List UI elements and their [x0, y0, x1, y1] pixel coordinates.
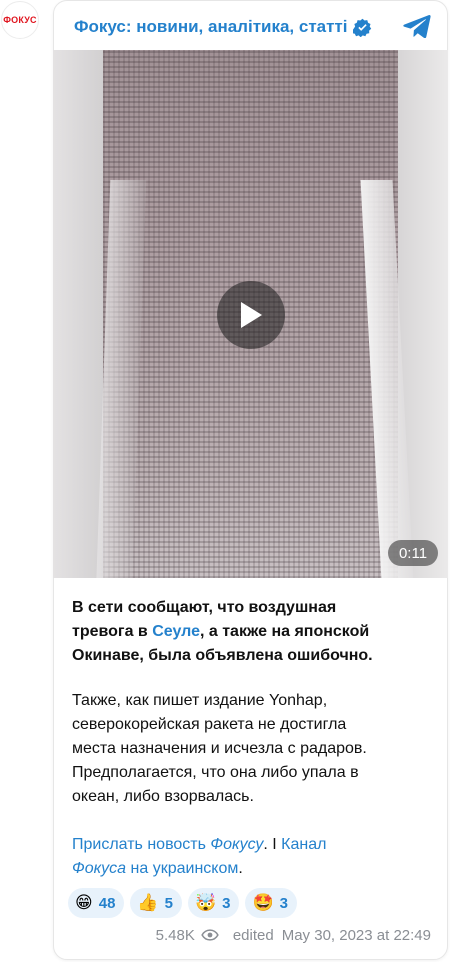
reaction-count: 5: [164, 894, 173, 912]
text-line: северокорейская ракета не достигла: [72, 716, 347, 733]
edited-label: edited: [232, 926, 274, 944]
separator-text: . I: [263, 836, 282, 853]
message-meta: 5.48K edited May 30, 2023 at 22:49: [143, 925, 431, 945]
reaction-exploding-head[interactable]: 🤯 3: [187, 888, 240, 918]
telegram-logo-icon[interactable]: [403, 14, 431, 38]
text-line: Фокуса на украинском.: [72, 857, 432, 881]
channel-link-cont[interactable]: Фокуса на украинском: [72, 860, 238, 877]
text-line: В сети сообщают, что воздушная: [72, 599, 337, 616]
channel-header: Фокус: новини, аналітика, статті: [74, 12, 434, 42]
text-line: Окинаве, была объявлена ошибочно.: [72, 647, 373, 664]
reaction-star-struck[interactable]: 🤩 3: [245, 888, 297, 918]
reaction-count: 3: [279, 894, 288, 912]
text-span: .: [238, 860, 243, 877]
text-span: тревога в: [72, 623, 153, 640]
channel-avatar[interactable]: ФОКУС: [1, 1, 39, 39]
avatar-logo-text: ФОКУС: [3, 15, 37, 25]
reaction-thumbs-up[interactable]: 👍 5: [130, 888, 182, 918]
text-line: Также, как пишет издание Yonhap,: [72, 692, 328, 709]
text-line: тревога в Сеуле, а также на японской: [72, 620, 432, 644]
text-span: Прислать новость: [72, 836, 211, 853]
view-count: 5.48K: [155, 926, 195, 944]
message-links: Прислать новость Фокусу. I Канал Фокуса …: [72, 833, 432, 881]
star-struck-icon: 🤩: [252, 892, 274, 913]
reaction-count: 48: [98, 894, 116, 912]
message-timestamp[interactable]: May 30, 2023 at 22:49: [282, 927, 431, 944]
message-paragraph-1: В сети сообщают, что воздушная тревога в…: [72, 596, 432, 668]
exploding-head-icon: 🤯: [194, 892, 217, 913]
text-line: места назначения и исчезла с радаров.: [72, 740, 367, 757]
channel-link[interactable]: Канал: [281, 836, 326, 853]
text-span: Фокусу: [210, 836, 264, 853]
channel-title[interactable]: Фокус: новини, аналітика, статті: [74, 17, 348, 37]
send-news-link[interactable]: Прислать новость Фокусу: [72, 836, 263, 853]
grinning-face-icon: 😁: [75, 892, 93, 913]
video-player[interactable]: 0:11: [53, 50, 448, 578]
video-blur-left: [53, 50, 103, 578]
message-paragraph-2: Также, как пишет издание Yonhap, северок…: [72, 689, 432, 809]
text-span: на украинском: [126, 860, 239, 877]
play-button[interactable]: [217, 281, 285, 349]
thumbs-up-icon: 👍: [137, 892, 159, 913]
text-line: Прислать новость Фокусу. I Канал: [72, 833, 432, 857]
text-span: Фокуса: [72, 860, 127, 877]
video-duration: 0:11: [388, 540, 438, 566]
seoul-link[interactable]: Сеуле: [152, 623, 200, 640]
text-line: океан, либо взорвалась.: [72, 788, 254, 805]
text-span: , а также на японской: [199, 623, 370, 640]
reaction-count: 3: [222, 894, 231, 912]
eye-icon: [201, 929, 219, 941]
verified-badge-icon: [352, 18, 371, 37]
text-line: Предполагается, что она либо упала в: [72, 764, 359, 781]
play-icon: [241, 302, 262, 328]
reaction-grinning[interactable]: 😁 48: [68, 888, 125, 918]
reactions-bar: 😁 48 👍 5 🤯 3 🤩 3: [68, 888, 297, 918]
